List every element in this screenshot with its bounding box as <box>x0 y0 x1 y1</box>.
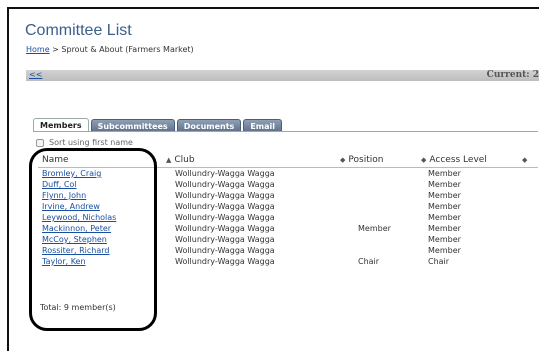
club-cell: Wollundry-Wagga Wagga <box>175 224 275 233</box>
member-name-link[interactable]: Mackinnon, Peter <box>42 223 111 234</box>
column-header-position[interactable]: ◆ Position <box>340 155 383 165</box>
table-row: McCoy, Stephen Wollundry-Wagga Wagga Membe… <box>38 234 538 245</box>
table-row: Mackinnon, Peter Wollundry-Wagga Wagga Mem… <box>38 223 538 234</box>
column-header-name[interactable]: Name <box>42 155 69 165</box>
table-row: Flynn, John Wollundry-Wagga Wagga Member <box>38 190 538 201</box>
tab-members[interactable]: Members <box>33 118 89 132</box>
member-name-link[interactable]: Taylor, Ken <box>42 256 86 267</box>
tab-divider <box>33 131 538 132</box>
table-row: Irvine, Andrew Wollundry-Wagga Wagga Membe… <box>38 201 538 212</box>
column-header-position-label: Position <box>348 155 384 165</box>
access-level-cell: Chair <box>428 257 450 266</box>
access-level-cell: Member <box>428 224 461 233</box>
member-total: Total: 9 member(s) <box>40 303 116 312</box>
sort-both-icon: ◆ <box>340 156 346 164</box>
current-page-label: Current: 2 <box>486 70 539 80</box>
member-name-link[interactable]: Duff, Col <box>42 179 77 190</box>
member-name-link[interactable]: Irvine, Andrew <box>42 201 100 212</box>
column-header-access-level-label: Access Level <box>429 155 487 165</box>
member-name-link[interactable]: Leywood, Nicholas <box>42 212 116 223</box>
sort-both-icon: ◆ <box>421 156 427 164</box>
table-row: Bromley, Craig Wollundry-Wagga Wagga Membe… <box>38 168 538 179</box>
breadcrumb-home-link[interactable]: Home <box>26 45 50 54</box>
member-name-link[interactable]: Rossiter, Richard <box>42 245 109 256</box>
members-table: Name ▲ Club ◆ Position ◆ Access Level ◆ Bro… <box>38 153 538 267</box>
member-name-link[interactable]: Bromley, Craig <box>42 168 101 179</box>
pager-bar: << Current: 2 <box>26 70 539 81</box>
breadcrumb: Home > Sprout & About (Farmers Market) <box>26 45 194 54</box>
club-cell: Wollundry-Wagga Wagga <box>175 202 275 211</box>
access-level-cell: Member <box>428 169 461 178</box>
club-cell: Wollundry-Wagga Wagga <box>175 257 275 266</box>
club-cell: Wollundry-Wagga Wagga <box>175 191 275 200</box>
club-cell: Wollundry-Wagga Wagga <box>175 169 275 178</box>
access-level-cell: Member <box>428 180 461 189</box>
club-cell: Wollundry-Wagga Wagga <box>175 180 275 189</box>
access-level-cell: Member <box>428 191 461 200</box>
access-level-cell: Member <box>428 235 461 244</box>
access-level-cell: Member <box>428 202 461 211</box>
position-cell: Member <box>358 224 391 233</box>
column-header-access-level[interactable]: ◆ Access Level <box>421 155 487 165</box>
member-name-link[interactable]: Flynn, John <box>42 190 86 201</box>
table-body: Bromley, Craig Wollundry-Wagga Wagga Membe… <box>38 168 538 267</box>
previous-link[interactable]: << <box>29 70 42 79</box>
tab-bar: Members Subcommittees Documents Email <box>33 118 284 132</box>
sort-up-icon: ▲ <box>166 156 172 164</box>
club-cell: Wollundry-Wagga Wagga <box>175 235 275 244</box>
access-level-cell: Member <box>428 213 461 222</box>
table-row: Taylor, Ken Wollundry-Wagga Wagga Chair Cha… <box>38 256 538 267</box>
sort-first-name-checkbox[interactable] <box>36 138 44 147</box>
club-cell: Wollundry-Wagga Wagga <box>175 213 275 222</box>
column-header-club[interactable]: ▲ Club <box>166 155 195 165</box>
member-name-link[interactable]: McCoy, Stephen <box>42 234 107 245</box>
table-row: Duff, Col Wollundry-Wagga Wagga Member <box>38 179 538 190</box>
table-row: Leywood, Nicholas Wollundry-Wagga Wagga Me… <box>38 212 538 223</box>
club-cell: Wollundry-Wagga Wagga <box>175 246 275 255</box>
sort-first-name-label: Sort using first name <box>49 138 133 147</box>
column-header-club-label: Club <box>174 155 195 165</box>
table-row: Rossiter, Richard Wollundry-Wagga Wagga Me… <box>38 245 538 256</box>
sort-option: Sort using first name <box>36 138 133 147</box>
position-cell: Chair <box>358 257 380 266</box>
table-header: Name ▲ Club ◆ Position ◆ Access Level ◆ <box>38 153 538 168</box>
sort-both-icon[interactable]: ◆ <box>522 155 530 165</box>
page-title: Committee List <box>25 22 132 39</box>
access-level-cell: Member <box>428 246 461 255</box>
breadcrumb-current: > Sprout & About (Farmers Market) <box>49 45 194 54</box>
